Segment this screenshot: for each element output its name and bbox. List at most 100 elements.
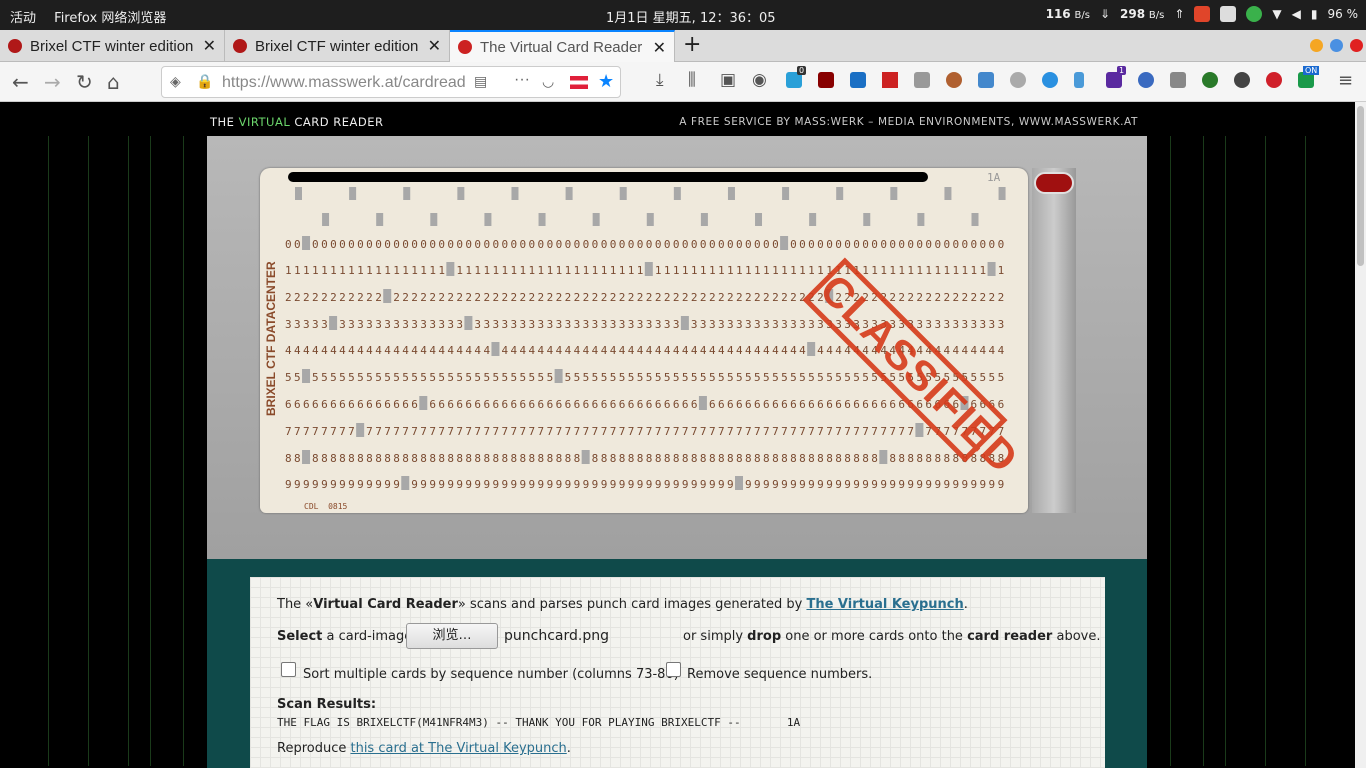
cookie-icon[interactable] — [946, 72, 962, 88]
skype-icon[interactable] — [850, 72, 866, 88]
reload-icon[interactable]: ↻ — [76, 70, 93, 94]
control-panel: The «Virtual Card Reader» scans and pars… — [250, 577, 1105, 768]
container-icon[interactable] — [1170, 72, 1186, 88]
forward-icon[interactable]: → — [44, 70, 61, 94]
card-digit: 5 — [763, 371, 770, 384]
shield-extension-icon[interactable] — [1202, 72, 1218, 88]
card-digit: 2 — [565, 291, 572, 304]
volume-icon[interactable]: ◀ — [1292, 7, 1301, 21]
card-digit: 1 — [772, 264, 779, 277]
close-window-button[interactable] — [1350, 39, 1363, 52]
close-tab-icon[interactable]: ✕ — [203, 36, 216, 56]
app-menu[interactable]: Firefox 网络浏览器 — [54, 11, 166, 26]
wifi-icon[interactable]: ▼ — [1272, 7, 1281, 21]
back-icon[interactable]: ← — [12, 70, 29, 94]
close-tab-icon[interactable]: ✕ — [428, 36, 441, 56]
card-digit: 6 — [429, 398, 436, 411]
card-digit: 9 — [655, 478, 662, 491]
card-digit: 9 — [366, 478, 373, 491]
card-digit: 5 — [492, 371, 499, 384]
sidebar-icon[interactable]: ▣ — [720, 70, 736, 90]
scrollbar-thumb[interactable] — [1357, 106, 1364, 266]
card-digit: 5 — [312, 371, 319, 384]
card-digit: 2 — [447, 291, 454, 304]
reader-eject-button[interactable] — [1034, 172, 1074, 194]
downloads-icon[interactable]: ⤓ — [656, 70, 664, 90]
card-digit: 5 — [709, 371, 716, 384]
sort-checkbox[interactable] — [281, 662, 296, 677]
sort-label[interactable]: Sort multiple cards by sequence number (… — [303, 667, 679, 682]
card-digit: 3 — [429, 318, 436, 331]
card-digit: 4 — [799, 344, 806, 357]
netease-music-icon[interactable] — [1194, 6, 1211, 22]
maximize-button[interactable] — [1330, 39, 1343, 52]
card-digit: 7 — [871, 425, 878, 438]
card-digit: 6 — [312, 398, 319, 411]
reproduce-link[interactable]: this card at The Virtual Keypunch — [350, 741, 566, 756]
austria-flag-icon[interactable] — [570, 76, 588, 89]
card-digit: 4 — [465, 344, 472, 357]
address-bar[interactable]: ◈ 🔒 https://www.masswerk.at/cardreader/ … — [161, 66, 621, 98]
record-icon[interactable] — [1266, 72, 1282, 88]
tab-brixel-2[interactable]: Brixel CTF winter edition ✕ — [225, 30, 450, 62]
remove-seq-label[interactable]: Remove sequence numbers. — [687, 667, 872, 682]
card-digit: 2 — [511, 291, 518, 304]
card-corner-label: 1A — [987, 171, 1001, 184]
ublock-icon[interactable] — [818, 72, 834, 88]
card-digit: 9 — [429, 478, 436, 491]
card-digit: 3 — [610, 318, 617, 331]
card-digit: 4 — [411, 344, 418, 357]
card-digit: 1 — [583, 264, 590, 277]
tab-card-reader[interactable]: The Virtual Card Reader ✕ — [450, 30, 675, 62]
pin-icon[interactable] — [1074, 72, 1084, 88]
card-digit: 6 — [339, 398, 346, 411]
clock[interactable]: 1月1日 星期五, 12：36：05 — [606, 7, 776, 26]
account-icon[interactable]: ◉ — [752, 70, 767, 90]
zone-hole — [673, 187, 681, 200]
zone-hole — [917, 213, 925, 226]
card-digit: 9 — [610, 478, 617, 491]
glasses-icon[interactable] — [1234, 72, 1250, 88]
home-icon[interactable]: ⌂ — [107, 70, 120, 94]
card-hole — [680, 316, 689, 330]
library-icon[interactable]: ⫼ — [688, 70, 696, 90]
minimize-button[interactable] — [1310, 39, 1323, 52]
reader-view-icon[interactable]: ▤ — [474, 73, 487, 90]
keypunch-link[interactable]: The Virtual Keypunch — [806, 597, 963, 612]
translate-icon[interactable] — [978, 72, 994, 88]
lock-icon[interactable]: 🔒 — [196, 73, 213, 90]
hamburger-menu-icon[interactable]: ≡ — [1338, 70, 1353, 91]
puzzle-icon[interactable] — [914, 72, 930, 88]
circle-extension-icon[interactable] — [1010, 72, 1026, 88]
card-digit: 2 — [655, 291, 662, 304]
seo-icon[interactable] — [882, 72, 898, 88]
card-digit: 0 — [934, 238, 941, 251]
file-browse-button[interactable]: 浏览… — [406, 623, 498, 649]
site-credit[interactable]: A FREE SERVICE BY MASS:WERK – MEDIA ENVI… — [679, 116, 1138, 128]
new-tab-button[interactable]: + — [683, 32, 701, 57]
remove-seq-checkbox[interactable] — [666, 662, 681, 677]
shield-icon[interactable]: ◈ — [170, 73, 181, 90]
card-digit: 9 — [357, 478, 364, 491]
card-digit: 6 — [799, 398, 806, 411]
card-digit: 5 — [520, 371, 527, 384]
bug-icon[interactable] — [1042, 72, 1058, 88]
card-digit: 5 — [817, 371, 824, 384]
activities-button[interactable]: 活动 — [10, 11, 36, 26]
site-title[interactable]: THE VIRTUAL CARD READER — [210, 115, 384, 129]
card-digit: 9 — [980, 478, 987, 491]
url-text[interactable]: https://www.masswerk.at/cardreader/ — [222, 74, 466, 92]
card-digit: 3 — [601, 318, 608, 331]
bookmark-star-icon[interactable]: ★ — [598, 71, 614, 92]
page-scrollbar[interactable] — [1355, 102, 1366, 768]
tab-brixel-1[interactable]: Brixel CTF winter edition ✕ — [0, 30, 225, 62]
globe-icon[interactable] — [1138, 72, 1154, 88]
card-digit: 0 — [673, 238, 680, 251]
wechat-icon[interactable] — [1246, 6, 1263, 22]
close-tab-icon[interactable]: ✕ — [653, 38, 666, 58]
card-digit: 9 — [853, 478, 860, 491]
battery-icon[interactable]: ▮ — [1311, 7, 1318, 21]
pocket-icon[interactable]: ◡ — [542, 73, 554, 90]
page-actions-icon[interactable]: ··· — [514, 71, 530, 89]
tray-window-icon[interactable] — [1220, 6, 1237, 22]
